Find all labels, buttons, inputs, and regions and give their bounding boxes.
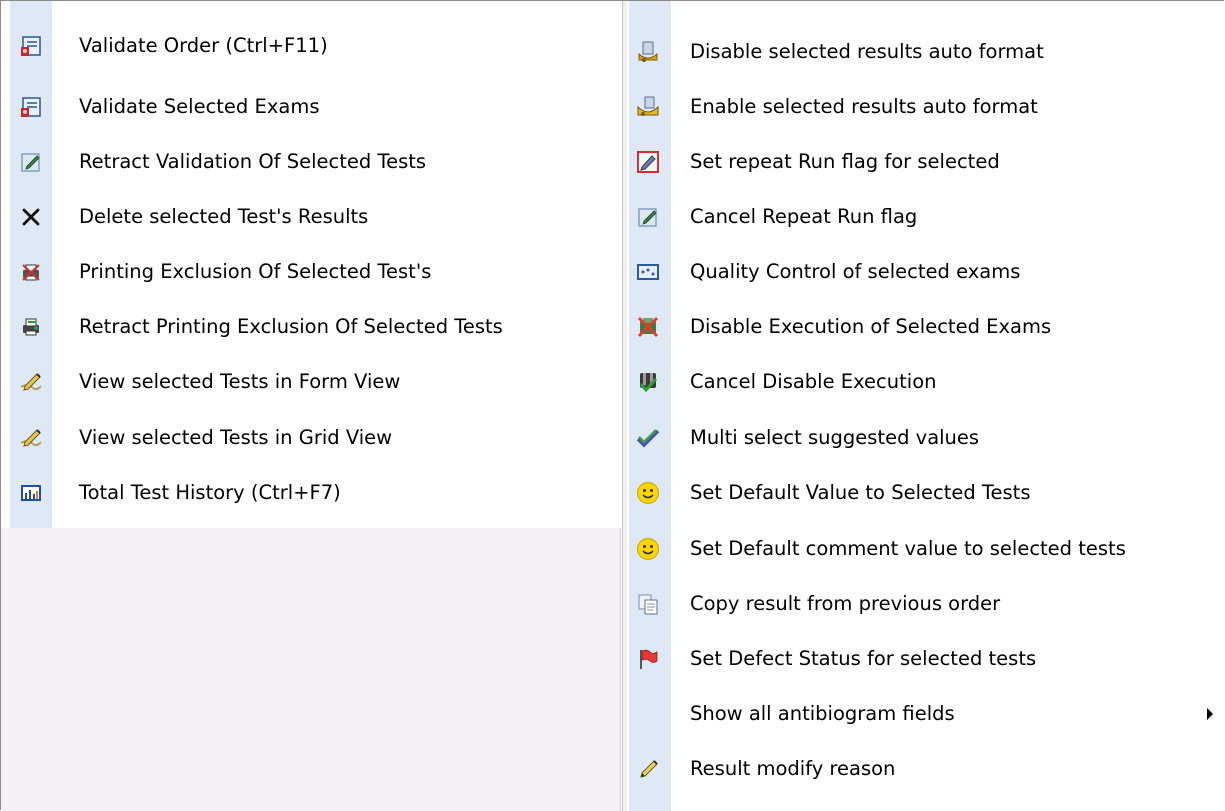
pencil-paper-icon [636, 757, 660, 781]
format-enable-icon [636, 95, 660, 119]
menu-item-label: Validate Order (Ctrl+F11) [79, 34, 328, 57]
menu-item-label: Result modify reason [690, 757, 896, 780]
menu-item-label: Set Default comment value to selected te… [690, 537, 1126, 560]
bar-chart-icon [19, 481, 43, 505]
menu-item-label: Disable selected results auto format [690, 40, 1044, 63]
format-disable-icon [636, 40, 660, 64]
menu-item-set-defect-status[interactable]: Set Defect Status for selected tests [629, 638, 1225, 680]
menu-item-retract-printing-exclusion[interactable]: Retract Printing Exclusion Of Selected T… [1, 306, 621, 348]
multi-check-icon [636, 426, 660, 450]
menu-item-validate-order[interactable]: Validate Order (Ctrl+F11) [1, 25, 621, 67]
menu-item-view-form[interactable]: View selected Tests in Form View [1, 361, 621, 403]
printer-include-icon [19, 315, 43, 339]
smiley-icon [636, 481, 660, 505]
right-menu-column: Disable selected results auto format Ena… [629, 1, 1225, 811]
menu-item-result-modify-reason[interactable]: Result modify reason [629, 748, 1225, 790]
menu-item-label: Cancel Disable Execution [690, 370, 937, 393]
menu-item-label: Disable Execution of Selected Exams [690, 315, 1052, 338]
printer-exclude-icon [19, 260, 43, 284]
red-flag-icon [636, 647, 660, 671]
context-menu: Validate Order (Ctrl+F11) Validate Selec… [0, 0, 1225, 811]
menu-item-set-default-comment[interactable]: Set Default comment value to selected te… [629, 528, 1225, 570]
menu-item-multi-select[interactable]: Multi select suggested values [629, 417, 1225, 459]
edit-note-icon [19, 150, 43, 174]
menu-item-label: Enable selected results auto format [690, 95, 1038, 118]
menu-item-label: Set repeat Run flag for selected [690, 150, 1000, 173]
menu-item-set-repeat-run-flag[interactable]: Set repeat Run flag for selected [629, 141, 1225, 183]
menu-item-label: Cancel Repeat Run flag [690, 205, 918, 228]
validate-doc-icon [19, 34, 43, 58]
menu-item-label: Set Default Value to Selected Tests [690, 481, 1031, 504]
menu-item-label: Delete selected Test's Results [79, 205, 369, 228]
quality-control-icon [636, 260, 660, 284]
validate-doc-icon [19, 95, 43, 119]
menu-item-set-default-value[interactable]: Set Default Value to Selected Tests [629, 472, 1225, 514]
edit-flag-icon [636, 150, 660, 174]
menu-item-retract-validation[interactable]: Retract Validation Of Selected Tests [1, 141, 621, 183]
menu-item-total-test-history[interactable]: Total Test History (Ctrl+F7) [1, 472, 621, 514]
menu-item-copy-result[interactable]: Copy result from previous order [629, 583, 1225, 625]
menu-item-label: Multi select suggested values [690, 426, 980, 449]
menu-item-label: View selected Tests in Form View [79, 370, 401, 393]
menu-item-validate-selected-exams[interactable]: Validate Selected Exams [1, 86, 621, 128]
column-separator [622, 1, 628, 811]
menu-item-disable-execution[interactable]: Disable Execution of Selected Exams [629, 306, 1225, 348]
menu-item-label: Set Defect Status for selected tests [690, 647, 1037, 670]
menu-item-quality-control[interactable]: Quality Control of selected exams [629, 251, 1225, 293]
menu-item-delete-results[interactable]: Delete selected Test's Results [1, 196, 621, 238]
menu-item-printing-exclusion[interactable]: Printing Exclusion Of Selected Test's [1, 251, 621, 293]
left-menu-empty-area [1, 528, 621, 811]
menu-item-label: Printing Exclusion Of Selected Test's [79, 260, 432, 283]
menu-item-label: Total Test History (Ctrl+F7) [79, 481, 341, 504]
edit-note-icon [636, 205, 660, 229]
menu-item-label: Show all antibiogram fields [690, 702, 955, 725]
menu-item-disable-auto-format[interactable]: Disable selected results auto format [629, 31, 1225, 73]
menu-item-enable-auto-format[interactable]: Enable selected results auto format [629, 86, 1225, 128]
menu-item-label: Retract Validation Of Selected Tests [79, 150, 427, 173]
submenu-arrow-icon [1207, 708, 1213, 720]
smiley-icon [636, 537, 660, 561]
menu-item-show-antibiogram[interactable]: Show all antibiogram fields [629, 693, 1225, 735]
menu-item-view-grid[interactable]: View selected Tests in Grid View [1, 417, 621, 459]
menu-item-cancel-repeat-run-flag[interactable]: Cancel Repeat Run flag [629, 196, 1225, 238]
pencil-paper-icon [19, 370, 43, 394]
menu-item-label: Validate Selected Exams [79, 95, 320, 118]
delete-x-icon [19, 205, 43, 229]
menu-item-label: Copy result from previous order [690, 592, 1001, 615]
disable-execution-icon [636, 315, 660, 339]
copy-doc-icon [636, 592, 660, 616]
menu-item-label: View selected Tests in Grid View [79, 426, 393, 449]
cancel-disable-icon [636, 370, 660, 394]
menu-item-label: Retract Printing Exclusion Of Selected T… [79, 315, 503, 338]
left-menu-column: Validate Order (Ctrl+F11) Validate Selec… [1, 1, 621, 811]
menu-item-label: Quality Control of selected exams [690, 260, 1021, 283]
pencil-paper-icon [19, 426, 43, 450]
menu-item-cancel-disable-execution[interactable]: Cancel Disable Execution [629, 361, 1225, 403]
